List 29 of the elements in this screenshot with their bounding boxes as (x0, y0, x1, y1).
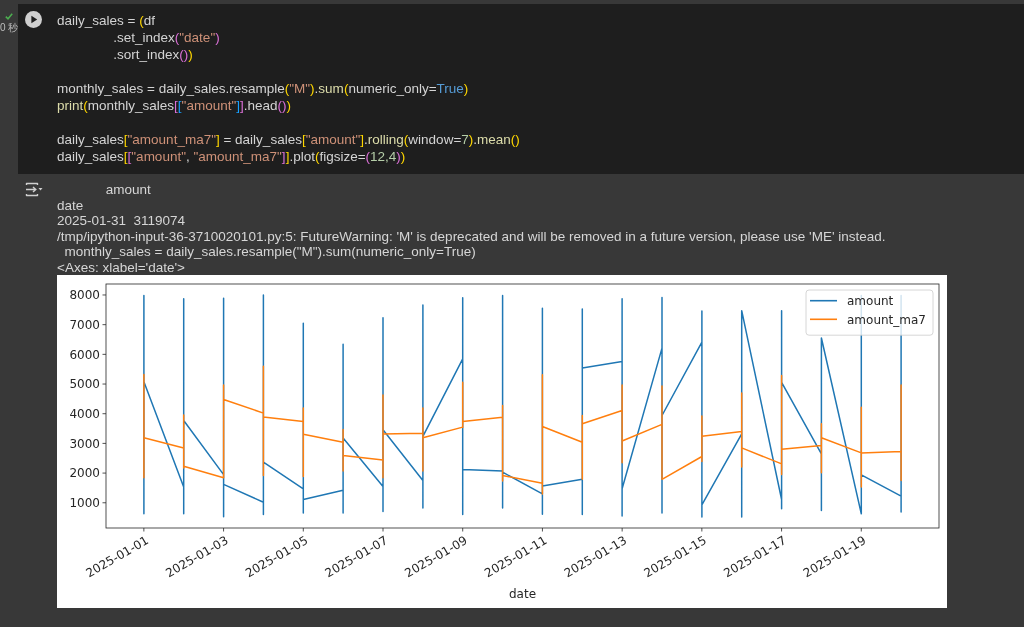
code-line: daily_sales = (df (57, 12, 156, 29)
x-axis-label: date (508, 587, 537, 601)
code-line: monthly_sales = daily_sales.resample("M").sum(numeric_only=True) (57, 80, 470, 97)
output-line: 2025-01-31 3119074 (57, 213, 187, 229)
y-tick-label: 8000 (69, 288, 100, 303)
output-line: /tmp/ipython-input-36-3710020101.py:5: FutureWarning: 'M' is deprecated and will be removed in a future version, please use 'ME' instead. (57, 228, 886, 244)
output-line: date (57, 197, 85, 213)
output-line: monthly_sales = daily_sales.resample("M").sum(numeric_only=True) (63, 244, 477, 260)
y-tick-label: 3000 (69, 436, 100, 451)
y-tick-label: 2000 (69, 466, 100, 481)
y-tick-label: 6000 (69, 347, 100, 362)
legend-label: amount_ma7 (847, 312, 926, 327)
output-line: amount (104, 182, 152, 198)
y-tick-label: 4000 (69, 407, 100, 421)
y-tick-label: 5000 (69, 377, 100, 392)
code-line: .set_index("date") (112, 29, 221, 46)
code-line: .sort_index()) (112, 46, 194, 63)
arrow-caret-icon[interactable] (25, 182, 43, 197)
y-tick-label: 7000 (69, 317, 100, 332)
legend-label: amount (847, 294, 894, 308)
play-icon (25, 11, 42, 28)
code-editor[interactable] (18, 4, 1024, 174)
code-line: print(monthly_sales[["amount"]].head()) (57, 97, 293, 114)
code-line: daily_sales[["amount", "amount_ma7"]].plot(figsize=(12,4)) (57, 148, 407, 165)
run-button[interactable] (25, 11, 42, 28)
y-tick-label: 1000 (69, 496, 100, 511)
output-line: <Axes: xlabel='date'> (57, 259, 186, 275)
execution-time: 0 秒 (0, 22, 19, 33)
code-line: daily_sales["amount_ma7"] = daily_sales["amount"].rolling(window=7).mean() (57, 131, 520, 148)
